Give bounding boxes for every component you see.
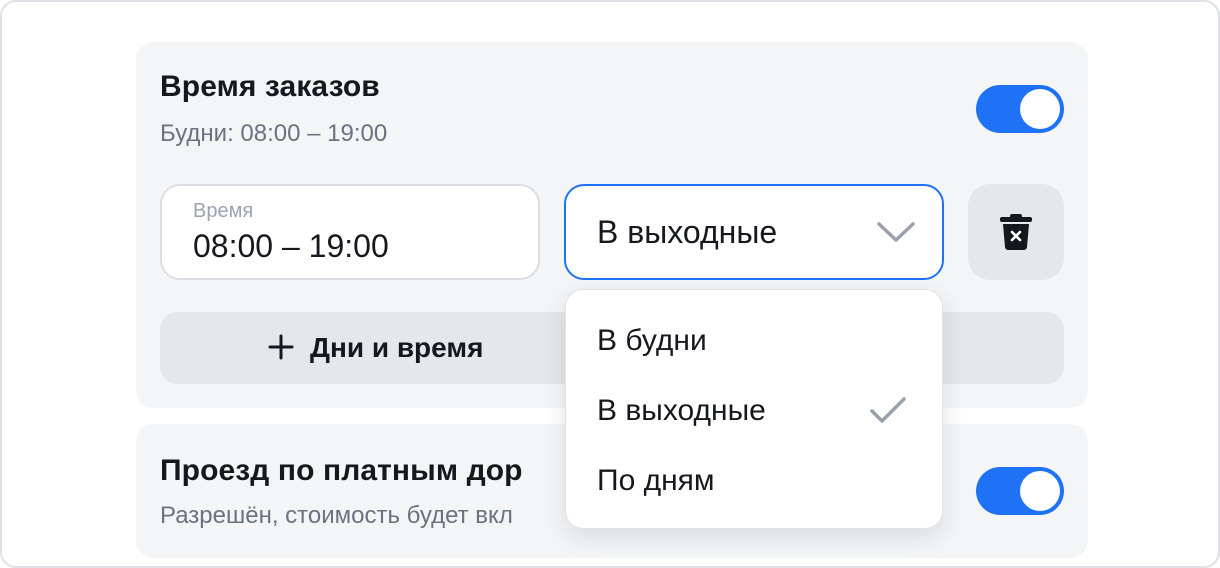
time-range-label: Время — [193, 200, 254, 222]
dropdown-option-label: По дням — [597, 464, 715, 497]
dropdown-option-label: В выходные — [597, 394, 766, 427]
day-type-selected-value: В выходные — [597, 214, 778, 250]
time-range-field[interactable]: Время 08:00 – 19:00 — [160, 184, 540, 280]
dropdown-option-weekdays[interactable]: В будни — [566, 306, 944, 376]
day-type-dropdown-menu: В будни В выходные По дням — [565, 289, 943, 529]
toll-roads-subtitle: Разрешён, стоимость будет вкл — [160, 502, 513, 529]
day-type-select[interactable]: В выходные — [564, 184, 944, 280]
toggle-knob — [1020, 89, 1060, 129]
add-days-and-time-label: Дни и время — [310, 332, 484, 363]
chevron-down-icon — [877, 222, 915, 242]
toll-roads-title: Проезд по платным дор — [160, 454, 523, 487]
check-icon — [870, 397, 906, 423]
orders-time-title: Время заказов — [160, 70, 380, 103]
app-frame: Время заказов Будни: 08:00 – 19:00 Время… — [0, 0, 1220, 568]
plus-icon — [268, 334, 294, 360]
dropdown-option-weekends[interactable]: В выходные — [566, 376, 944, 446]
dropdown-option-by-days[interactable]: По дням — [566, 446, 944, 516]
delete-button[interactable] — [968, 184, 1064, 280]
time-range-value: 08:00 – 19:00 — [193, 228, 389, 264]
toggle-knob — [1020, 471, 1060, 511]
trash-icon — [1000, 214, 1032, 250]
orders-time-subtitle: Будни: 08:00 – 19:00 — [160, 120, 388, 147]
toll-roads-toggle[interactable] — [976, 467, 1064, 515]
orders-time-toggle[interactable] — [976, 85, 1064, 133]
dropdown-option-label: В будни — [597, 324, 707, 357]
